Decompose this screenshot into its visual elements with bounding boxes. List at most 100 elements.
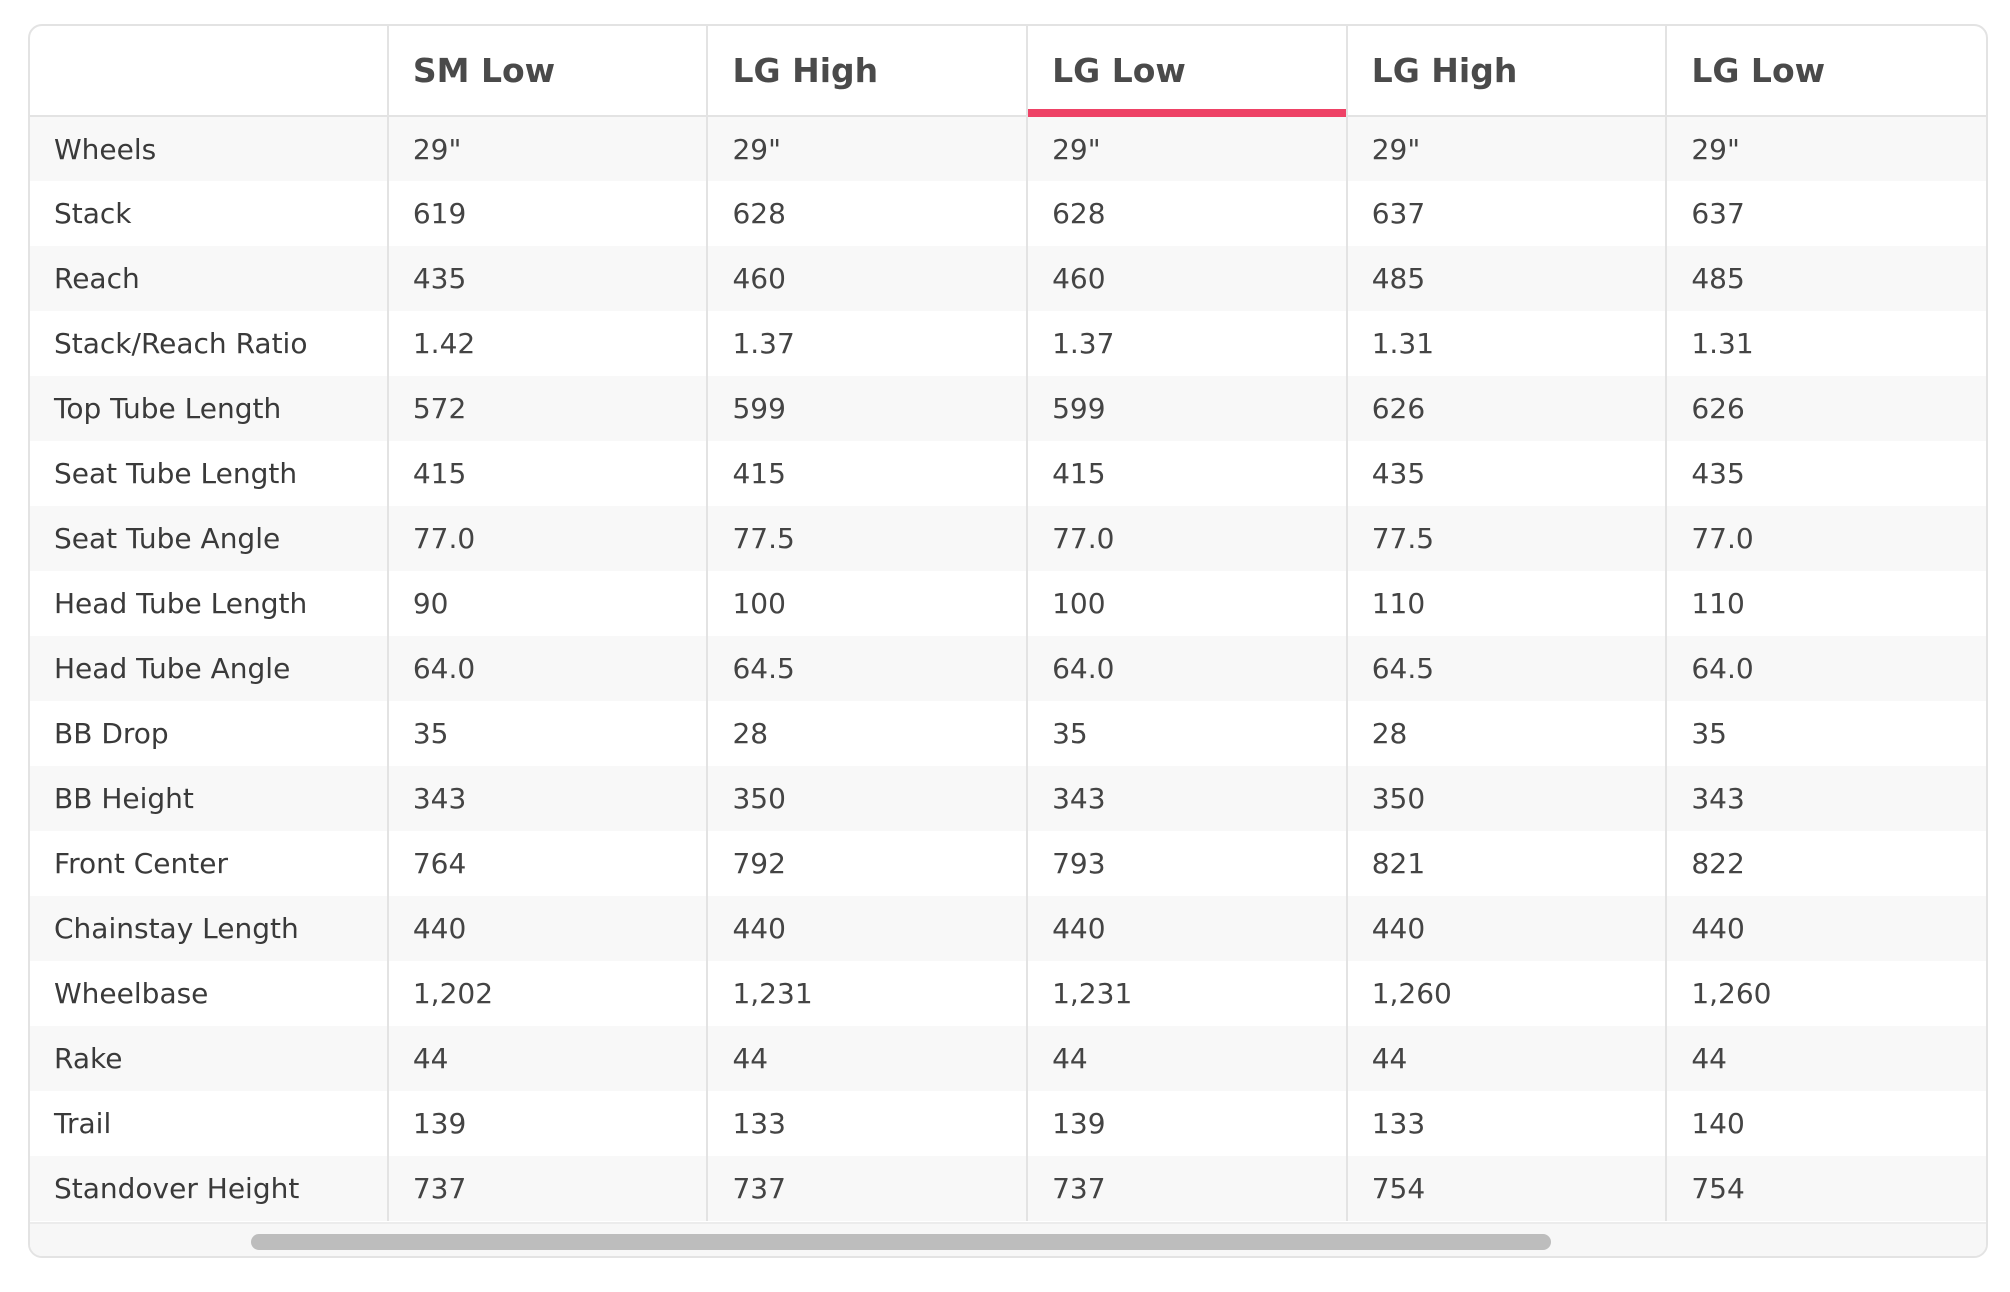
table-cell: 754 — [1345, 1156, 1667, 1221]
table-row: BB Drop 35 28 35 28 35 — [30, 701, 1986, 766]
table-cell: 44 — [1026, 1026, 1347, 1091]
table-cell: 350 — [706, 766, 1028, 831]
table-cell: 343 — [386, 766, 708, 831]
table-cell: 626 — [1345, 376, 1667, 441]
row-label: Reach — [30, 246, 388, 311]
table-row: Reach 435 460 460 485 485 — [30, 246, 1986, 311]
table-cell: 29" — [706, 116, 1028, 181]
row-label: Wheelbase — [30, 961, 388, 1026]
table-cell: 628 — [706, 181, 1028, 246]
table-row: Stack/Reach Ratio 1.42 1.37 1.37 1.31 1.31 — [30, 311, 1986, 376]
geometry-table: SM Low LG High LG Low LG High LG Low Whe… — [30, 26, 1986, 1221]
table-cell: 139 — [1026, 1091, 1347, 1156]
row-label: Head Tube Length — [30, 571, 388, 636]
table-cell: 822 — [1665, 831, 1986, 896]
table-cell: 29" — [1026, 116, 1347, 181]
row-label: BB Drop — [30, 701, 388, 766]
table-cell: 133 — [1345, 1091, 1667, 1156]
table-row: Head Tube Length 90 100 100 110 110 — [30, 571, 1986, 636]
horizontal-scrollbar[interactable] — [30, 1222, 1986, 1256]
table-cell: 637 — [1665, 181, 1986, 246]
table-header: SM Low LG High LG Low LG High LG Low — [30, 26, 1986, 117]
table-cell: 100 — [706, 571, 1028, 636]
column-header[interactable]: SM Low — [386, 26, 708, 117]
table-cell: 29" — [1665, 116, 1986, 181]
row-label: BB Height — [30, 766, 388, 831]
row-label: Trail — [30, 1091, 388, 1156]
row-label: Top Tube Length — [30, 376, 388, 441]
table-cell: 793 — [1026, 831, 1347, 896]
table-row: Seat Tube Angle 77.0 77.5 77.0 77.5 77.0 — [30, 506, 1986, 571]
table-cell: 1.37 — [706, 311, 1028, 376]
table-cell: 485 — [1665, 246, 1986, 311]
table-cell: 133 — [706, 1091, 1028, 1156]
scrollbar-thumb[interactable] — [251, 1234, 1551, 1250]
row-label: Front Center — [30, 831, 388, 896]
table-cell: 29" — [1345, 116, 1667, 181]
table-row: Rake 44 44 44 44 44 — [30, 1026, 1986, 1091]
table-cell: 29" — [386, 116, 708, 181]
table-cell: 1.31 — [1345, 311, 1667, 376]
table-body: Wheels 29" 29" 29" 29" 29" Stack 619 628 628 637 63… — [30, 116, 1986, 1221]
table-cell: 90 — [386, 571, 708, 636]
table-cell: 110 — [1345, 571, 1667, 636]
table-cell: 44 — [1665, 1026, 1986, 1091]
row-label: Rake — [30, 1026, 388, 1091]
header-row: SM Low LG High LG Low LG High LG Low — [30, 26, 1986, 117]
table-cell: 599 — [706, 376, 1028, 441]
table-cell: 343 — [1665, 766, 1986, 831]
row-label: Wheels — [30, 116, 388, 181]
table-cell: 1.42 — [386, 311, 708, 376]
header-empty-cell — [30, 26, 388, 117]
table-cell: 628 — [1026, 181, 1347, 246]
table-row: Stack 619 628 628 637 637 — [30, 181, 1986, 246]
table-cell: 28 — [706, 701, 1028, 766]
table-cell: 415 — [706, 441, 1028, 506]
table-row: Front Center 764 792 793 821 822 — [30, 831, 1986, 896]
table-cell: 435 — [386, 246, 708, 311]
table-cell: 440 — [1665, 896, 1986, 961]
table-cell: 737 — [386, 1156, 708, 1221]
table-cell: 485 — [1345, 246, 1667, 311]
table-cell: 28 — [1345, 701, 1667, 766]
column-header[interactable]: LG High — [1345, 26, 1667, 117]
table-cell: 440 — [1026, 896, 1347, 961]
table-cell: 737 — [706, 1156, 1028, 1221]
table-row: Trail 139 133 139 133 140 — [30, 1091, 1986, 1156]
column-header[interactable]: LG Low — [1665, 26, 1986, 117]
table-cell: 821 — [1345, 831, 1667, 896]
column-header-active[interactable]: LG Low — [1026, 26, 1347, 117]
table-cell: 64.0 — [386, 636, 708, 701]
table-cell: 440 — [386, 896, 708, 961]
table-row: Standover Height 737 737 737 754 754 — [30, 1156, 1986, 1221]
table-cell: 44 — [706, 1026, 1028, 1091]
table-cell: 1,260 — [1665, 961, 1986, 1026]
table-scroll-area[interactable]: SM Low LG High LG Low LG High LG Low Whe… — [30, 26, 1986, 1222]
column-header[interactable]: LG High — [706, 26, 1028, 117]
row-label: Seat Tube Angle — [30, 506, 388, 571]
table-row: Top Tube Length 572 599 599 626 626 — [30, 376, 1986, 441]
table-cell: 44 — [386, 1026, 708, 1091]
table-cell: 599 — [1026, 376, 1347, 441]
table-cell: 1,202 — [386, 961, 708, 1026]
row-label: Chainstay Length — [30, 896, 388, 961]
table-cell: 139 — [386, 1091, 708, 1156]
table-cell: 44 — [1345, 1026, 1667, 1091]
table-cell: 572 — [386, 376, 708, 441]
table-cell: 737 — [1026, 1156, 1347, 1221]
table-cell: 440 — [706, 896, 1028, 961]
table-cell: 435 — [1665, 441, 1986, 506]
table-cell: 764 — [386, 831, 708, 896]
table-row: Chainstay Length 440 440 440 440 440 — [30, 896, 1986, 961]
table-cell: 1,231 — [706, 961, 1028, 1026]
table-cell: 64.5 — [706, 636, 1028, 701]
table-cell: 77.0 — [386, 506, 708, 571]
table-cell: 64.0 — [1665, 636, 1986, 701]
table-cell: 619 — [386, 181, 708, 246]
table-cell: 77.0 — [1026, 506, 1347, 571]
table-cell: 415 — [1026, 441, 1347, 506]
row-label: Stack/Reach Ratio — [30, 311, 388, 376]
table-cell: 350 — [1345, 766, 1667, 831]
table-cell: 1,260 — [1345, 961, 1667, 1026]
table-cell: 100 — [1026, 571, 1347, 636]
